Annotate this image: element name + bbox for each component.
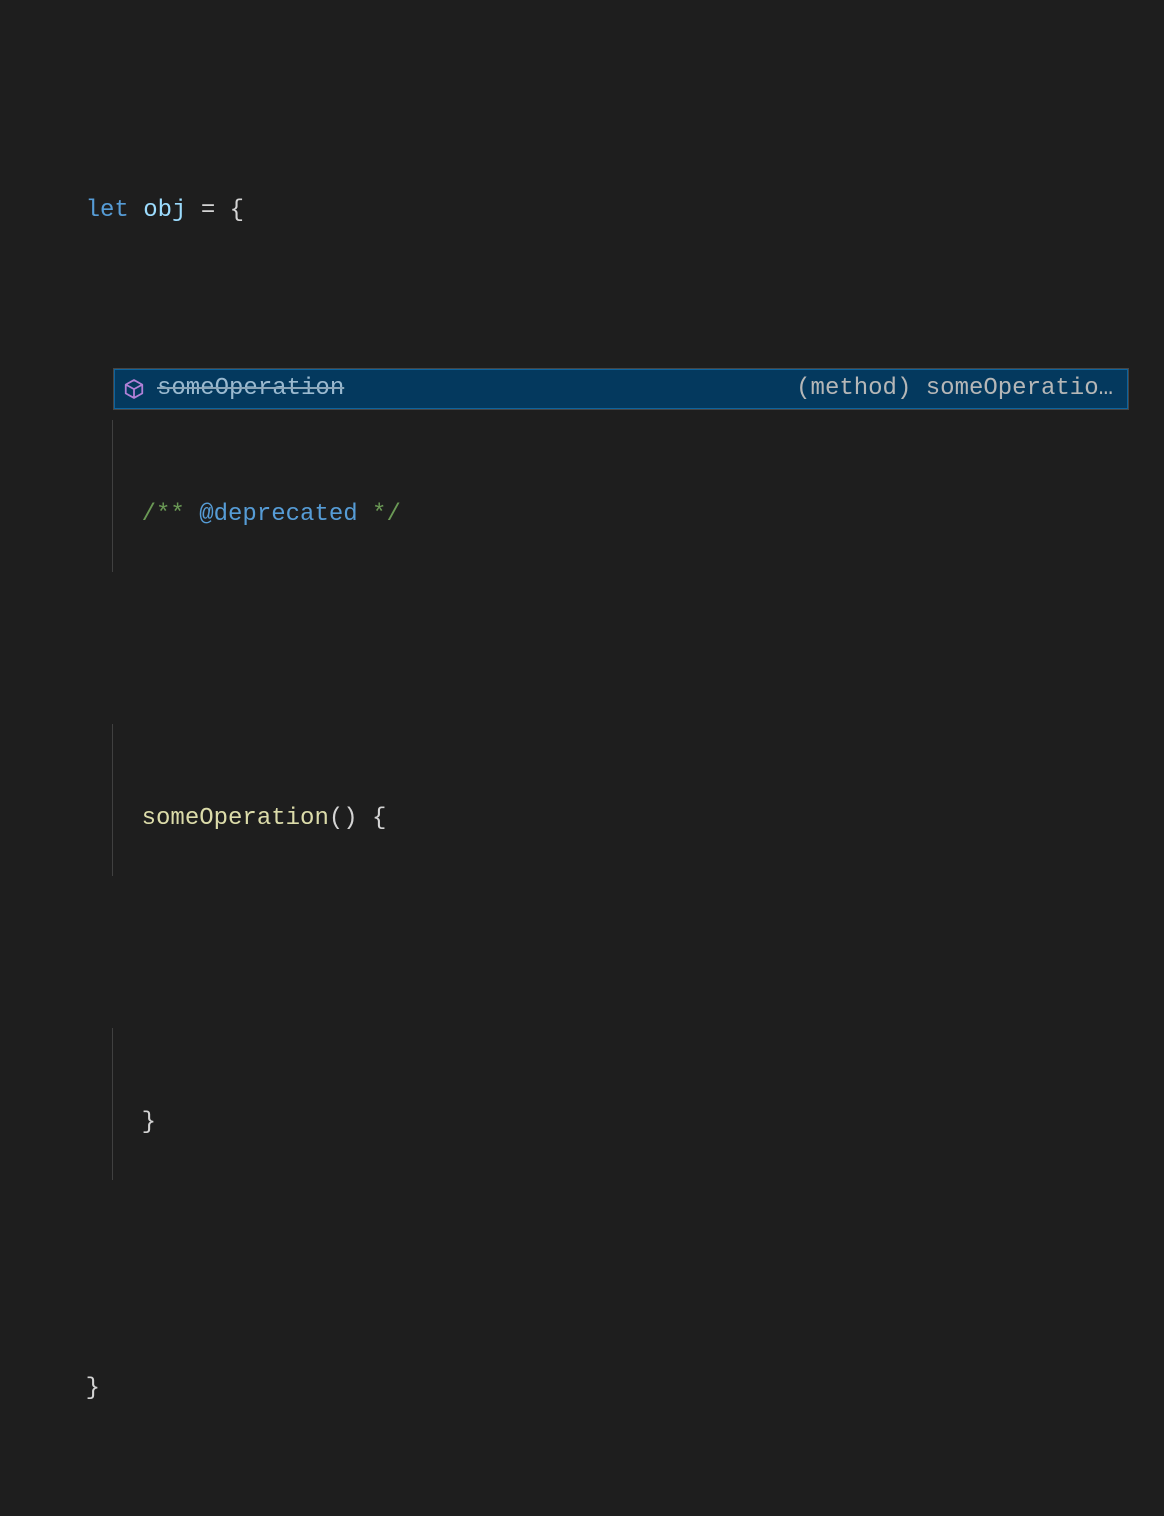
code-line: /** @deprecated */ (28, 420, 1164, 572)
jsdoc-tag-deprecated: @deprecated (199, 501, 357, 528)
indent-guide (112, 1028, 113, 1180)
brace-close: } (86, 1375, 100, 1402)
suggestion-label: someOperation (157, 370, 344, 408)
suggestion-popup[interactable]: someOperation (method) someOperatio… (113, 368, 1129, 410)
brace-close: } (142, 1109, 156, 1136)
punctuation: () { (329, 805, 387, 832)
suggestion-detail: (method) someOperatio… (344, 370, 1119, 408)
code-line: } (28, 1028, 1164, 1180)
indent-guide (112, 420, 113, 572)
suggestion-item[interactable]: someOperation (method) someOperatio… (114, 369, 1128, 409)
code-line: someOperation() { (28, 724, 1164, 876)
code-line: let obj = { (28, 154, 1164, 268)
space (129, 197, 143, 224)
punctuation: = { (186, 197, 244, 224)
code-line: } (28, 1332, 1164, 1446)
keyword-let: let (86, 197, 129, 224)
variable-obj: obj (143, 197, 186, 224)
jsdoc-close: */ (358, 501, 401, 528)
jsdoc-open: /** (142, 501, 200, 528)
indent-guide (112, 724, 113, 876)
method-name: someOperation (142, 805, 329, 832)
method-icon (123, 378, 145, 400)
